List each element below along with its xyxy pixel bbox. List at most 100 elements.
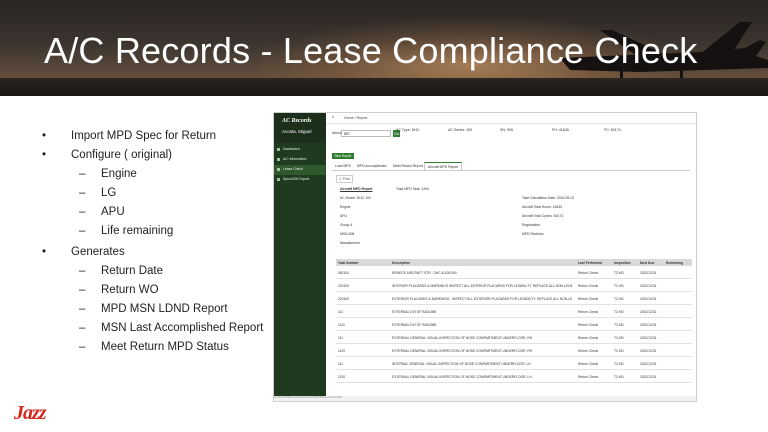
table-cell: EXTERIOR PLACARDS & MARKINGS - INSPECT A… <box>392 297 572 301</box>
table-cell: EXTERNAL DVI OF RADOME <box>392 323 437 327</box>
table-cell: INTERNAL GENERAL VISUAL INSPECTION OF NO… <box>392 362 531 366</box>
table-cell: Return Check <box>578 362 599 366</box>
table-row[interactable]: 220100 INTERIOR PLACARDS & MARKINGS INSPE… <box>336 280 692 292</box>
table-cell: EXTERNAL DVI OF RADOME <box>392 310 437 314</box>
sub-bullet-text: Return WO <box>101 284 159 296</box>
tab-mpd-accomplished[interactable]: MPD Accomplished <box>354 162 389 170</box>
bullet-text: Generates <box>71 246 125 258</box>
table-cell: 2022/12/31 <box>640 297 657 301</box>
dash-icon: – <box>79 341 86 353</box>
dash-icon: – <box>79 265 86 277</box>
sub-bullet-text: MSN Last Accomplished Report <box>101 322 264 334</box>
table-row[interactable]: 1120 EXTERNAL GENERAL VISUAL INSPECTION O… <box>336 345 692 357</box>
column-header[interactable]: Remaining <box>666 261 690 265</box>
report-total: Total MPD Task: 1494 <box>396 187 429 191</box>
report-field: APU <box>340 214 347 218</box>
table-row[interactable]: 111 INTERNAL GENERAL VISUAL INSPECTION OF… <box>336 358 692 370</box>
nav-item-lease-check[interactable]: Lease Check <box>274 165 326 175</box>
bullet-text: Import MPD Spec for Return <box>71 130 217 142</box>
nav-label: A/C Information <box>283 157 307 161</box>
bullet-icon: • <box>42 246 47 258</box>
flight-hours: FH: 41845 <box>552 128 569 132</box>
column-header[interactable]: Next Due <box>640 261 662 265</box>
serial-number: SN: 955 <box>500 128 513 132</box>
nav-item-ac-information[interactable]: A/C Information <box>274 155 326 165</box>
bullet-icon: • <box>42 130 47 142</box>
table-row[interactable]: 220100 EXTERIOR PLACARDS & MARKINGS - INS… <box>336 293 692 305</box>
table-row[interactable]: 111 EXTERNAL DVI OF RADOME Return Check T2-… <box>336 306 692 318</box>
sub-bullet-text: MPD MSN LDND Report <box>101 303 228 315</box>
table-cell: T2-HD <box>614 362 624 366</box>
report-field: Aircraft Total Cycles: 60174 <box>522 214 564 218</box>
table-cell: 2022/12/31 <box>640 284 657 288</box>
sub-bullet-text: Meet Return MPD Status <box>101 341 229 353</box>
column-header[interactable]: Task Number <box>338 261 388 265</box>
table-cell: 2022/12/31 <box>640 362 657 366</box>
go-button[interactable]: Go <box>393 130 400 137</box>
tab-load-mpd[interactable]: Load MPD <box>332 162 354 170</box>
table-cell: Return Check <box>578 336 599 340</box>
print-label: Print <box>342 177 350 181</box>
new-report-button[interactable]: New Report <box>332 153 354 159</box>
table-cell: 111 <box>338 362 344 366</box>
table-cell: T2-HD <box>614 271 624 275</box>
sub-bullet-text: Life remaining <box>101 225 174 237</box>
hamburger-icon[interactable]: ≡ <box>332 115 334 119</box>
table-cell: Return Check <box>578 375 599 379</box>
column-header[interactable]: Last Performed <box>578 261 610 265</box>
table-cell: 1110 <box>338 323 345 327</box>
column-header[interactable]: Description <box>392 261 572 265</box>
app-brand-title: AC Records <box>282 118 312 124</box>
nav-item-spec2000-export[interactable]: Spec2000 Export <box>274 175 326 185</box>
table-row[interactable]: 1110 EXTERNAL DVI OF RADOME Return Check T2… <box>336 319 692 331</box>
slide-title: A/C Records - Lease Compliance Check <box>44 30 698 71</box>
table-row[interactable]: 111 EXTERNAL GENERAL VISUAL INSPECTION OF… <box>336 332 692 344</box>
info-icon <box>277 158 280 161</box>
table-cell: Return Check <box>578 310 599 314</box>
check-icon <box>277 168 280 171</box>
report-field: Manufacturer <box>340 241 360 245</box>
export-icon <box>277 178 280 181</box>
table-cell: 111 <box>338 336 344 340</box>
column-header[interactable]: Inspection <box>614 261 638 265</box>
table-cell: RENEGE AIRCRAFT STR - DHC-8-100/300 <box>392 271 457 275</box>
table-header: Task Number Description Last Performed I… <box>336 259 692 266</box>
report-field: Registration <box>522 223 541 227</box>
table-cell: Return Check <box>578 271 599 275</box>
table-row[interactable]: 082100 RENEGE AIRCRAFT STR - DHC-8-100/30… <box>336 267 692 279</box>
table-cell: 082100 <box>338 271 350 275</box>
table-cell: EXTERNAL GENERAL VISUAL INSPECTION OF NO… <box>392 336 533 340</box>
tab-aircraft-mpd-report[interactable]: Aircraft MPD Report <box>424 162 463 170</box>
print-button[interactable]: ⎙ Print <box>336 175 353 183</box>
report-field: Engine <box>340 205 351 209</box>
table-cell: T2-HD <box>614 310 624 314</box>
table-cell: 2022/12/31 <box>640 349 657 353</box>
nav-item-dashboard[interactable]: Dashboard <box>274 145 326 155</box>
dash-icon: – <box>79 187 86 199</box>
table-cell: 1130 <box>338 375 346 379</box>
nav-label: Lease Check <box>283 167 303 171</box>
dashboard-icon <box>277 148 280 151</box>
nav-label: Spec2000 Export <box>283 177 310 181</box>
table-cell: T2-HD <box>614 349 624 353</box>
dash-icon: – <box>79 225 86 237</box>
table-row[interactable]: 1130 EXTERNAL GENERAL VISUAL INSPECTION O… <box>336 371 692 383</box>
app-screenshot: AC Records Acosta, Miguel Dashboard A/C … <box>273 112 697 402</box>
table-cell: 2022/12/31 <box>640 375 657 379</box>
table-cell: T2-HD <box>614 297 624 301</box>
breadcrumb[interactable]: Home / Report <box>344 116 367 120</box>
aircraft-select[interactable]: 507 <box>341 130 391 137</box>
table-cell: 1120 <box>338 349 346 353</box>
dash-icon: – <box>79 206 86 218</box>
report-tabs: Load MPD MPD Accomplished Meet Return Re… <box>332 162 690 171</box>
dash-icon: – <box>79 303 86 315</box>
flight-cycles: FC: 60174 <box>604 128 621 132</box>
report-field: Take Calculation Date: 2016-09-02 <box>522 196 575 200</box>
tab-meet-return-report[interactable]: Meet Return Report <box>390 162 426 170</box>
table-cell: INTERIOR PLACARDS & MARKINGS INSPECT ALL… <box>392 284 572 288</box>
table-cell: T2-HD <box>614 336 624 340</box>
table-cell: 2022/12/31 <box>640 336 657 340</box>
title-banner: A/C Records - Lease Compliance Check <box>0 0 768 96</box>
report-field: AC Model: DHC-100 <box>340 196 371 200</box>
report-field: Aircraft Total Hours: 41845 <box>522 205 563 209</box>
